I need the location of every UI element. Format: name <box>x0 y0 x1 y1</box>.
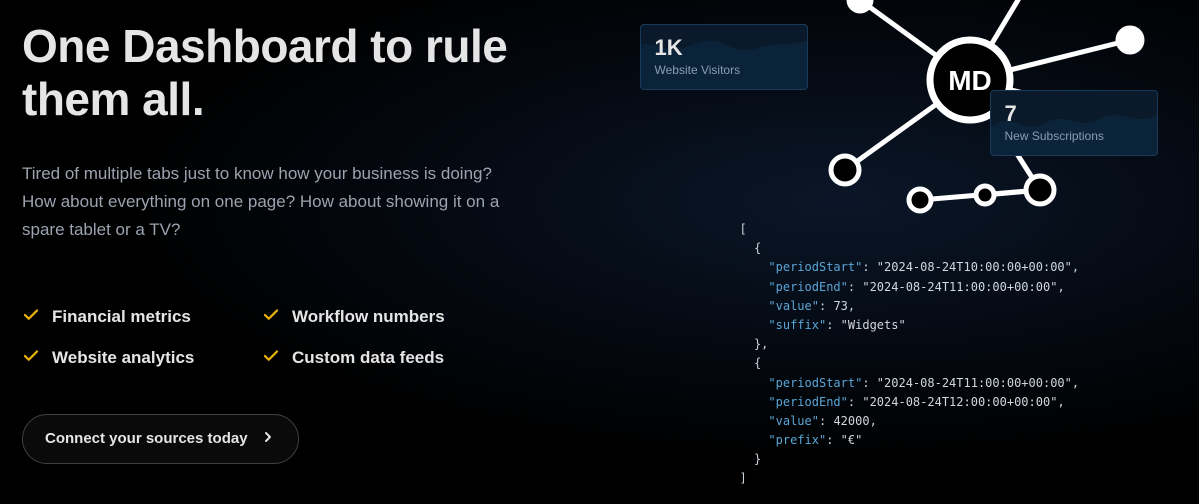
feature-item: Financial metrics <box>22 306 262 329</box>
check-icon <box>262 306 280 329</box>
feature-label: Website analytics <box>52 348 194 368</box>
check-icon <box>22 306 40 329</box>
chevron-right-icon <box>260 429 276 449</box>
feature-label: Workflow numbers <box>292 307 445 327</box>
feature-item: Custom data feeds <box>262 347 502 370</box>
stat-card-subscriptions: 7 New Subscriptions <box>990 90 1158 156</box>
stat-card-visitors: 1K Website Visitors <box>640 24 808 90</box>
stat-value: 1K <box>655 35 793 61</box>
stat-value: 7 <box>1005 101 1143 127</box>
check-icon <box>262 347 280 370</box>
cta-label: Connect your sources today <box>45 430 248 447</box>
hero-subtext: Tired of multiple tabs just to know how … <box>22 160 502 244</box>
code-sample: [ { "periodStart": "2024-08-24T10:00:00+… <box>740 220 1180 489</box>
hero-headline: One Dashboard to rule them all. <box>22 20 580 126</box>
check-icon <box>22 347 40 370</box>
brand-badge: MD <box>948 65 992 96</box>
stat-label: Website Visitors <box>655 63 793 77</box>
connect-sources-button[interactable]: Connect your sources today <box>22 414 299 464</box>
feature-item: Workflow numbers <box>262 306 502 329</box>
feature-item: Website analytics <box>22 347 262 370</box>
feature-list: Financial metrics Workflow numbers Websi… <box>22 306 580 370</box>
stat-label: New Subscriptions <box>1005 129 1143 143</box>
feature-label: Financial metrics <box>52 307 191 327</box>
feature-label: Custom data feeds <box>292 348 444 368</box>
